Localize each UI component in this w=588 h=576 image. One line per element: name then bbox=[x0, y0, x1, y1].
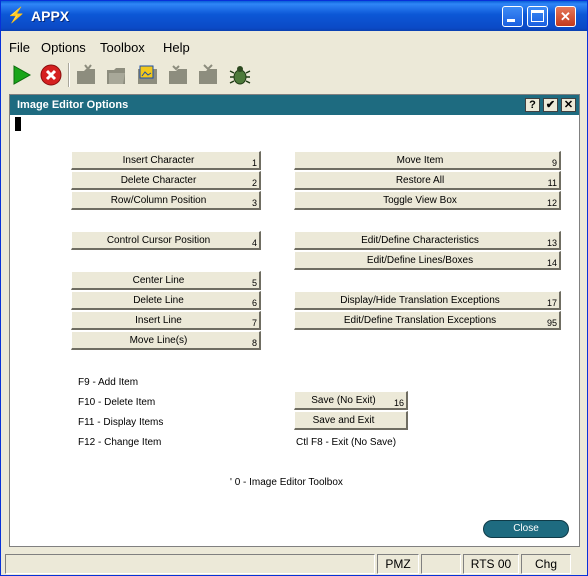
status-rts: RTS 00 bbox=[463, 554, 519, 574]
ctl-f8-hint: Ctl F8 - Exit (No Save) bbox=[296, 437, 397, 448]
button-label: Display/Hide Translation Exceptions bbox=[340, 295, 500, 306]
appx-logo-icon: ⚡ bbox=[7, 7, 26, 24]
save-no-exit-button[interactable]: Save (No Exit) 16 bbox=[294, 391, 408, 410]
button-number: 95 bbox=[546, 318, 557, 328]
button-label: Move Line(s) bbox=[129, 335, 188, 346]
control-cursor-position-button[interactable]: Control Cursor Position 4 bbox=[71, 231, 261, 250]
app-window: ⚡ APPX ✕ File Options Toolbox Help Image… bbox=[0, 0, 588, 576]
button-label: Row/Column Position bbox=[110, 195, 207, 206]
button-number: 7 bbox=[251, 318, 257, 328]
maximize-button[interactable] bbox=[527, 6, 548, 27]
status-blank bbox=[421, 554, 461, 574]
delete-line-button[interactable]: Delete Line 6 bbox=[71, 291, 261, 310]
button-number: 6 bbox=[251, 298, 257, 308]
folder-tv-icon[interactable] bbox=[197, 63, 221, 87]
button-label: Edit/Define Characteristics bbox=[361, 235, 479, 246]
status-bar: PMZ RTS 00 Chg bbox=[1, 552, 587, 575]
dialog-title: Image Editor Options bbox=[17, 99, 129, 111]
delete-character-button[interactable]: Delete Character 2 bbox=[71, 171, 261, 190]
button-number: 16 bbox=[393, 398, 404, 408]
stop-icon[interactable] bbox=[39, 63, 63, 87]
close-button[interactable]: Close bbox=[483, 520, 569, 538]
insert-line-button[interactable]: Insert Line 7 bbox=[71, 311, 261, 330]
menu-help[interactable]: Help bbox=[163, 40, 190, 55]
button-label: Toggle View Box bbox=[383, 195, 457, 206]
title-bar[interactable]: ⚡ APPX ✕ bbox=[1, 1, 587, 31]
status-mode: PMZ bbox=[377, 554, 419, 574]
save-and-exit-button[interactable]: Save and Exit bbox=[294, 411, 408, 430]
button-number: 11 bbox=[547, 178, 557, 188]
menu-toolbox[interactable]: Toolbox bbox=[100, 40, 145, 55]
ok-button[interactable]: ✔ bbox=[543, 98, 558, 112]
toolbar-separator bbox=[68, 63, 70, 87]
center-line-button[interactable]: Center Line 5 bbox=[71, 271, 261, 290]
help-button[interactable]: ? bbox=[525, 98, 540, 112]
button-label: Restore All bbox=[395, 175, 445, 186]
button-label: Delete Character bbox=[120, 175, 197, 186]
folder-icon[interactable] bbox=[75, 63, 99, 87]
button-label: Edit/Define Translation Exceptions bbox=[343, 315, 497, 326]
text-cursor bbox=[15, 117, 21, 131]
minimize-icon bbox=[507, 19, 515, 22]
window-close-button[interactable]: ✕ bbox=[555, 6, 576, 27]
button-number: 4 bbox=[251, 238, 257, 248]
f11-hint: F11 - Display Items bbox=[78, 417, 164, 428]
toolbar bbox=[1, 59, 587, 89]
button-label: Delete Line bbox=[133, 295, 184, 306]
button-number: 17 bbox=[546, 298, 557, 308]
button-number: 9 bbox=[551, 158, 557, 168]
button-number: 14 bbox=[546, 258, 557, 268]
edit-define-lines-boxes-button[interactable]: Edit/Define Lines/Boxes 14 bbox=[294, 251, 561, 270]
row-column-position-button[interactable]: Row/Column Position 3 bbox=[71, 191, 261, 210]
dialog-title-bar: Image Editor Options ? ✔ ✕ bbox=[10, 95, 579, 115]
move-lines-button[interactable]: Move Line(s) 8 bbox=[71, 331, 261, 350]
menu-file[interactable]: File bbox=[9, 40, 30, 55]
image-editor-options-dialog: Image Editor Options ? ✔ ✕ Insert Charac… bbox=[9, 94, 580, 547]
menu-bar: File Options Toolbox Help bbox=[1, 38, 587, 58]
button-number: 8 bbox=[251, 338, 257, 348]
button-number: 2 bbox=[251, 178, 257, 188]
button-number: 1 bbox=[251, 158, 257, 168]
status-message bbox=[5, 554, 375, 574]
dialog-close-button[interactable]: ✕ bbox=[561, 98, 576, 112]
f9-hint: F9 - Add Item bbox=[78, 377, 139, 388]
folder-check-icon[interactable] bbox=[167, 63, 191, 87]
button-number: 3 bbox=[251, 198, 257, 208]
button-number: 12 bbox=[546, 198, 557, 208]
insert-character-button[interactable]: Insert Character 1 bbox=[71, 151, 261, 170]
button-label: Control Cursor Position bbox=[106, 235, 211, 246]
folder-open-icon[interactable] bbox=[105, 63, 129, 87]
window-title: APPX bbox=[31, 8, 70, 24]
button-label: Insert Line bbox=[135, 315, 182, 326]
button-label: Insert Character bbox=[122, 155, 195, 166]
edit-define-characteristics-button[interactable]: Edit/Define Characteristics 13 bbox=[294, 231, 561, 250]
close-icon: ✕ bbox=[560, 9, 571, 24]
button-number: 13 bbox=[546, 238, 557, 248]
maximize-icon bbox=[531, 10, 544, 22]
button-number: 5 bbox=[251, 278, 257, 288]
restore-all-button[interactable]: Restore All 11 bbox=[294, 171, 561, 190]
button-label: Save (No Exit) bbox=[311, 395, 376, 406]
f12-hint: F12 - Change Item bbox=[78, 437, 162, 448]
f10-hint: F10 - Delete Item bbox=[78, 397, 156, 408]
status-change: Chg bbox=[521, 554, 571, 574]
toolbox-hint: ' 0 - Image Editor Toolbox bbox=[230, 477, 343, 488]
button-label: Move Item bbox=[396, 155, 444, 166]
button-label: Center Line bbox=[132, 275, 185, 286]
bug-icon[interactable] bbox=[228, 63, 252, 87]
minimize-button[interactable] bbox=[502, 6, 523, 27]
move-item-button[interactable]: Move Item 9 bbox=[294, 151, 561, 170]
button-label: Save and Exit bbox=[312, 415, 375, 426]
menu-options[interactable]: Options bbox=[41, 40, 86, 55]
display-hide-translation-exceptions-button[interactable]: Display/Hide Translation Exceptions 17 bbox=[294, 291, 561, 310]
button-label: Edit/Define Lines/Boxes bbox=[366, 255, 474, 266]
play-icon[interactable] bbox=[9, 63, 33, 87]
edit-define-translation-exceptions-button[interactable]: Edit/Define Translation Exceptions 95 bbox=[294, 311, 561, 330]
image-folder-icon[interactable] bbox=[136, 63, 160, 87]
toggle-view-box-button[interactable]: Toggle View Box 12 bbox=[294, 191, 561, 210]
